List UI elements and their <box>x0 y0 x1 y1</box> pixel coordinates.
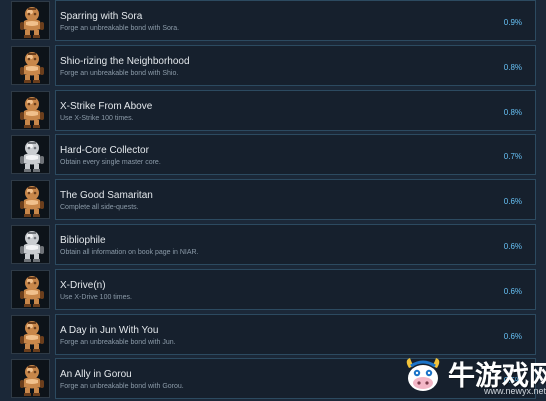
silver-robot-icon <box>11 135 50 174</box>
achievement-percent: 0.8% <box>503 63 522 72</box>
achievement-title: X-Drive(n) <box>60 280 106 291</box>
achievement-description: Use X-Strike 100 times. <box>60 115 134 122</box>
achievement-percent: 0.8% <box>503 108 522 117</box>
bronze-robot-icon <box>11 91 50 130</box>
bronze-robot-icon <box>11 359 50 398</box>
achievement-panel: Bibliophile Obtain all information on bo… <box>55 224 536 265</box>
achievement-panel: X-Drive(n) Use X-Drive 100 times. 0.6% <box>55 269 536 310</box>
bronze-robot-icon <box>11 315 50 354</box>
watermark-url: www.newyx.net <box>484 386 546 396</box>
achievement-title: Sparring with Sora <box>60 11 143 22</box>
achievement-title: Shio-rizing the Neighborhood <box>60 56 190 67</box>
achievement-title: An Ally in Gorou <box>60 369 132 380</box>
achievement-panel: Sparring with Sora Forge an unbreakable … <box>55 0 536 41</box>
achievement-row[interactable]: Hard-Core Collector Obtain every single … <box>0 134 546 176</box>
achievement-row[interactable]: X-Strike From Above Use X-Strike 100 tim… <box>0 90 546 132</box>
achievement-description: Forge an unbreakable bond with Sora. <box>60 25 180 32</box>
achievement-title: A Day in Jun With You <box>60 325 159 336</box>
achievement-row[interactable]: Shio-rizing the Neighborhood Forge an un… <box>0 45 546 87</box>
achievement-title: The Good Samaritan <box>60 190 153 201</box>
achievement-panel: X-Strike From Above Use X-Strike 100 tim… <box>55 90 536 131</box>
achievement-title: Hard-Core Collector <box>60 145 149 156</box>
achievement-panel: Shio-rizing the Neighborhood Forge an un… <box>55 45 536 86</box>
achievement-percent: 0.6% <box>503 242 522 251</box>
achievement-percent: 0.6% <box>503 287 522 296</box>
achievement-description: Use X-Drive 100 times. <box>60 294 132 301</box>
achievement-percent: 0.6% <box>503 332 522 341</box>
achievement-description: Forge an unbreakable bond with Gorou. <box>60 383 184 390</box>
silver-robot-icon <box>11 225 50 264</box>
bronze-robot-icon <box>11 270 50 309</box>
achievement-percent: 0.7% <box>503 152 522 161</box>
achievement-row[interactable]: X-Drive(n) Use X-Drive 100 times. 0.6% <box>0 269 546 311</box>
achievement-row[interactable]: Bibliophile Obtain all information on bo… <box>0 224 546 266</box>
achievement-description: Forge an unbreakable bond with Jun. <box>60 339 176 346</box>
cow-mascot-icon <box>400 352 446 401</box>
achievement-row[interactable]: Sparring with Sora Forge an unbreakable … <box>0 0 546 42</box>
achievement-percent: 0.6% <box>503 197 522 206</box>
bronze-robot-icon <box>11 1 50 40</box>
achievement-title: Bibliophile <box>60 235 106 246</box>
site-watermark: 牛游戏网 www.newyx.net <box>398 348 546 401</box>
achievement-description: Complete all side-quests. <box>60 204 139 211</box>
achievement-panel: The Good Samaritan Complete all side-que… <box>55 179 536 220</box>
achievement-row[interactable]: The Good Samaritan Complete all side-que… <box>0 179 546 221</box>
achievement-description: Forge an unbreakable bond with Shio. <box>60 70 179 77</box>
bronze-robot-icon <box>11 180 50 219</box>
achievement-description: Obtain all information on book page in N… <box>60 249 199 256</box>
achievement-description: Obtain every single master core. <box>60 159 161 166</box>
achievement-panel: Hard-Core Collector Obtain every single … <box>55 134 536 175</box>
bronze-robot-icon <box>11 46 50 85</box>
achievement-percent: 0.9% <box>503 18 522 27</box>
achievement-title: X-Strike From Above <box>60 101 153 112</box>
achievements-page: Sparring with Sora Forge an unbreakable … <box>0 0 546 401</box>
